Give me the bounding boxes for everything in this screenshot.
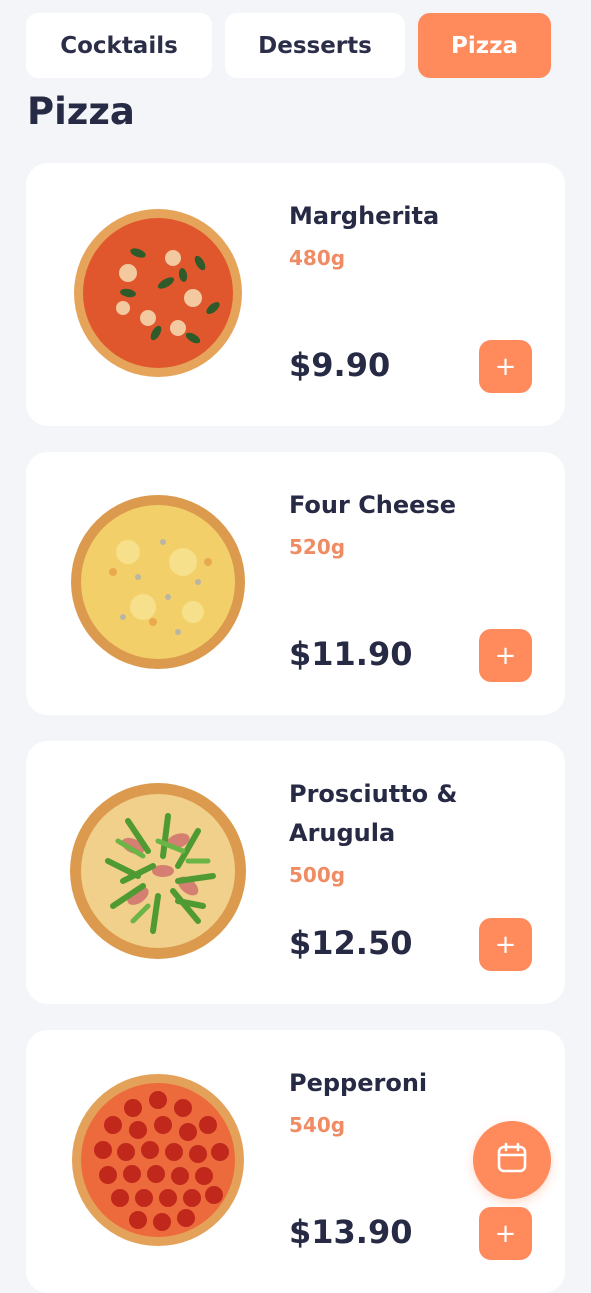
product-name: Four Cheese (289, 491, 457, 519)
tab-pizza[interactable]: Pizza (418, 13, 551, 78)
tab-desserts[interactable]: Desserts (225, 13, 405, 78)
product-card-four-cheese[interactable]: Four Cheese 520g $11.90 + (26, 452, 565, 715)
add-to-cart-button[interactable]: + (479, 1207, 532, 1260)
add-to-cart-button[interactable]: + (479, 629, 532, 682)
product-weight: 520g (289, 535, 346, 559)
product-weight: 480g (289, 246, 346, 270)
calendar-icon (495, 1141, 529, 1179)
product-name: Prosciutto & Arugula (289, 780, 458, 847)
product-name: Pepperoni (289, 1069, 428, 1097)
category-tabs: Cocktails Desserts Pizza (26, 13, 565, 78)
four-cheese-pizza-image (68, 492, 248, 672)
tab-cocktails[interactable]: Cocktails (26, 13, 212, 78)
product-card-prosciutto-arugula[interactable]: Prosciutto & Arugula 500g $12.50 + (26, 741, 565, 1004)
product-weight: 540g (289, 1113, 346, 1137)
product-price: $12.50 (289, 924, 413, 962)
prosciutto-arugula-pizza-image (68, 781, 248, 961)
product-name: Margherita (289, 202, 440, 230)
margherita-pizza-image (68, 203, 248, 383)
product-price: $9.90 (289, 346, 391, 384)
pepperoni-pizza-image (68, 1070, 248, 1250)
product-card-margherita[interactable]: Margherita 480g $9.90 + (26, 163, 565, 426)
add-to-cart-button[interactable]: + (479, 918, 532, 971)
product-weight: 500g (289, 863, 346, 887)
page-title: Pizza (27, 90, 135, 133)
add-to-cart-button[interactable]: + (479, 340, 532, 393)
product-price: $11.90 (289, 635, 413, 673)
calendar-button[interactable] (473, 1121, 551, 1199)
product-price: $13.90 (289, 1213, 413, 1251)
